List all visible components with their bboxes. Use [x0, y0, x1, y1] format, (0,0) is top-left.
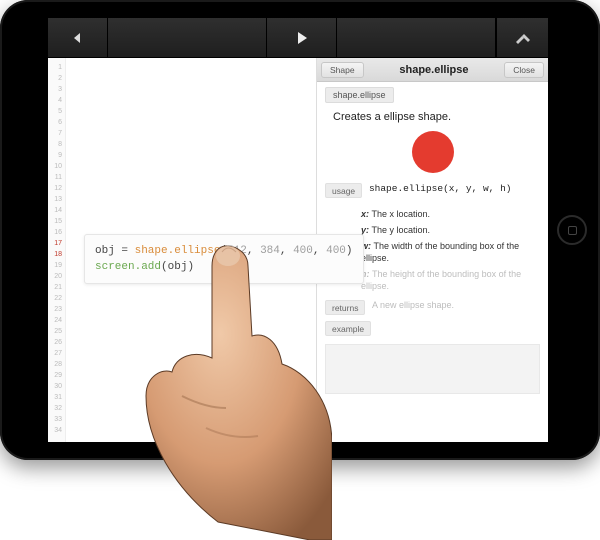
back-button[interactable] — [48, 18, 108, 57]
doc-description: Creates a ellipse shape. — [317, 103, 548, 127]
line-number: 2 — [48, 73, 65, 84]
example-section: example — [317, 321, 548, 342]
returns-tag: returns — [325, 300, 365, 315]
line-number: 26 — [48, 337, 65, 348]
line-number: 22 — [48, 293, 65, 304]
line-number: 8 — [48, 139, 65, 150]
line-number: 21 — [48, 282, 65, 293]
arrow-left-icon — [70, 31, 86, 45]
line-number: 19 — [48, 260, 65, 271]
code-line: obj = shape.ellipse(512, 384, 400, 400) — [95, 243, 353, 259]
example-box — [325, 344, 540, 394]
app-screen: 1234567891011121314151617181920212223242… — [48, 18, 548, 442]
code-snippet: obj = shape.ellipse(512, 384, 400, 400)s… — [84, 234, 364, 284]
line-number: 1 — [48, 62, 65, 73]
line-number: 12 — [48, 183, 65, 194]
editor-pane[interactable]: 1234567891011121314151617181920212223242… — [48, 58, 316, 442]
line-number: 13 — [48, 194, 65, 205]
example-tag: example — [325, 321, 371, 336]
line-number: 10 — [48, 161, 65, 172]
ellipse-preview — [412, 131, 454, 173]
line-number: 7 — [48, 128, 65, 139]
doc-breadcrumb: shape.ellipse — [317, 82, 548, 103]
play-button[interactable] — [267, 18, 337, 57]
line-number: 9 — [48, 150, 65, 161]
usage-signature: shape.ellipse(x, y, w, h) — [369, 183, 512, 194]
close-button[interactable]: Close — [504, 62, 544, 78]
line-number: 16 — [48, 227, 65, 238]
line-number: 15 — [48, 216, 65, 227]
tablet-bezel: 1234567891011121314151617181920212223242… — [0, 0, 600, 460]
tools-icon — [514, 31, 532, 45]
home-button[interactable] — [557, 215, 587, 245]
line-number: 5 — [48, 106, 65, 117]
line-number: 20 — [48, 271, 65, 282]
param-row: h: The height of the bounding box of the… — [361, 268, 538, 292]
line-number: 30 — [48, 381, 65, 392]
param-row: x: The x location. — [361, 208, 538, 220]
code-area[interactable]: obj = shape.ellipse(512, 384, 400, 400)s… — [66, 58, 316, 442]
breadcrumb-pill[interactable]: shape.ellipse — [325, 87, 394, 103]
toolbar-spacer-left — [108, 18, 267, 57]
line-number: 17 — [48, 238, 65, 249]
line-number: 23 — [48, 304, 65, 315]
line-gutter: 1234567891011121314151617181920212223242… — [48, 58, 66, 442]
play-icon — [295, 31, 309, 45]
param-row: w: The width of the bounding box of the … — [361, 240, 538, 264]
param-row: y: The y location. — [361, 224, 538, 236]
line-number: 25 — [48, 326, 65, 337]
doc-demo — [317, 127, 548, 183]
line-number: 11 — [48, 172, 65, 183]
line-number: 14 — [48, 205, 65, 216]
toolbar-spacer-right — [337, 18, 496, 57]
line-number: 3 — [48, 84, 65, 95]
line-number: 33 — [48, 414, 65, 425]
line-number: 32 — [48, 403, 65, 414]
returns-value: A new ellipse shape. — [372, 300, 454, 310]
doc-title: shape.ellipse — [368, 64, 501, 76]
line-number: 18 — [48, 249, 65, 260]
line-number: 29 — [48, 370, 65, 381]
doc-header: Shape shape.ellipse Close — [317, 58, 548, 82]
returns-section: returns A new ellipse shape. — [317, 298, 548, 321]
code-line: screen.add(obj) — [95, 259, 353, 275]
shape-button[interactable]: Shape — [321, 62, 364, 78]
line-number: 4 — [48, 95, 65, 106]
usage-section: usage shape.ellipse(x, y, w, h) — [317, 183, 548, 204]
line-number: 34 — [48, 425, 65, 436]
tools-button[interactable] — [496, 18, 548, 57]
line-number: 28 — [48, 359, 65, 370]
usage-tag: usage — [325, 183, 362, 198]
line-number: 24 — [48, 315, 65, 326]
line-number: 6 — [48, 117, 65, 128]
line-number: 31 — [48, 392, 65, 403]
line-number: 27 — [48, 348, 65, 359]
toolbar — [48, 18, 548, 58]
